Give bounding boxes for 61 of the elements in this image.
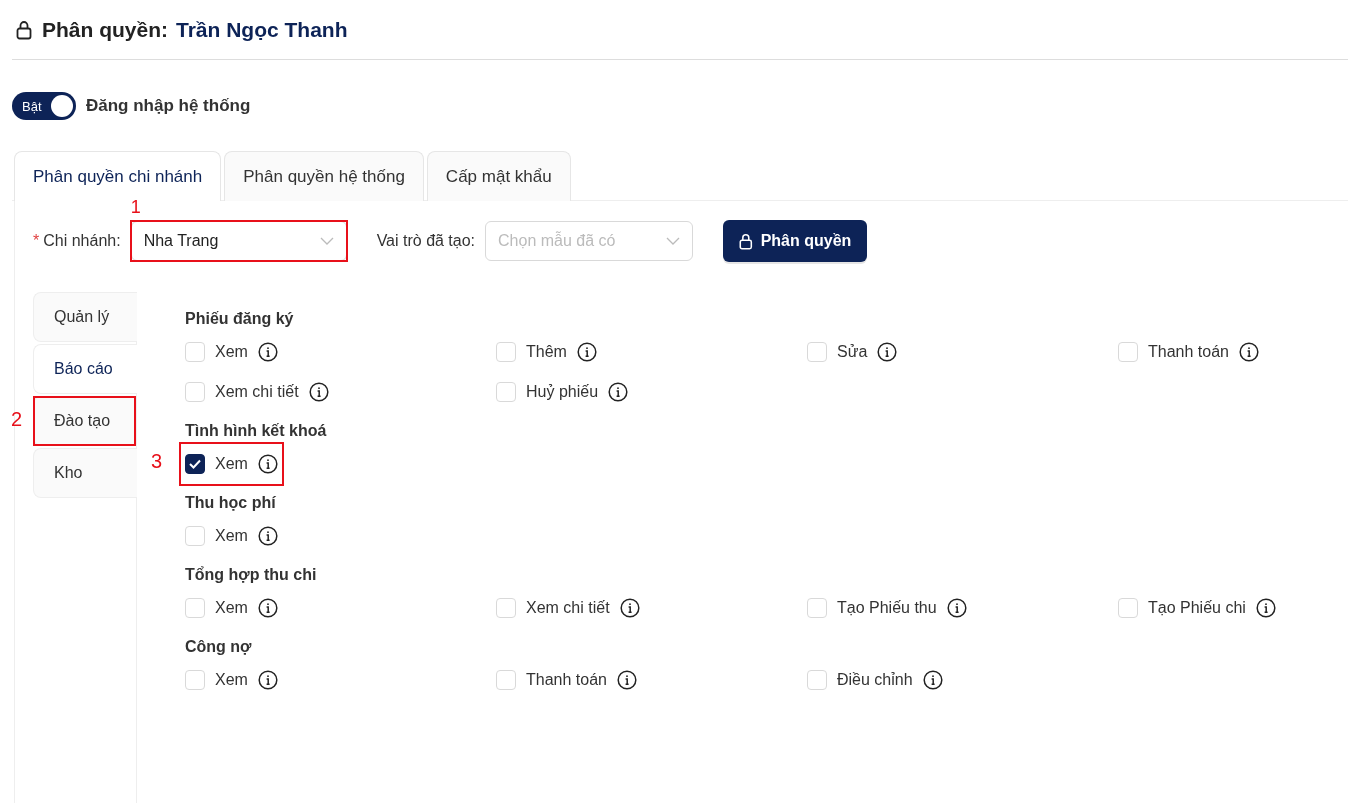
tab[interactable]: Phân quyền chi nhánh bbox=[14, 151, 222, 201]
lock-icon bbox=[739, 232, 753, 250]
info-icon[interactable] bbox=[257, 598, 278, 618]
toggle-label: Đăng nhập hệ thống bbox=[86, 96, 251, 116]
permission-label: Thanh toán bbox=[1148, 343, 1229, 361]
info-icon[interactable] bbox=[608, 382, 629, 402]
tab[interactable]: Cấp mật khẩu bbox=[426, 151, 571, 201]
tab[interactable]: Phân quyền hệ thống bbox=[224, 151, 424, 201]
lock-icon bbox=[16, 19, 32, 40]
group-title: Tổng hợp thu chi bbox=[185, 566, 318, 585]
permission-label: Xem bbox=[215, 455, 248, 473]
chevron-down-icon bbox=[666, 237, 681, 245]
field-label: Vai trò đã tạo: bbox=[376, 232, 476, 250]
info-icon[interactable] bbox=[922, 670, 943, 690]
annotation-number: 3 bbox=[151, 450, 163, 473]
group-title: Phiếu đăng ký bbox=[185, 310, 295, 329]
side-tab[interactable]: Báo cáo bbox=[33, 344, 137, 394]
info-icon[interactable] bbox=[946, 598, 967, 618]
annotation-number: 2 bbox=[11, 408, 23, 431]
side-tab[interactable]: Kho bbox=[33, 448, 137, 498]
permission-label: Sửa bbox=[837, 343, 868, 361]
info-icon[interactable] bbox=[619, 598, 640, 618]
toggle-text: Bật bbox=[22, 98, 42, 114]
page-title: Phân quyền: bbox=[42, 17, 168, 42]
annotation-number: 1 bbox=[130, 198, 141, 216]
info-icon[interactable] bbox=[308, 382, 329, 402]
group-title: Thu học phí bbox=[185, 494, 277, 513]
info-icon[interactable] bbox=[257, 526, 278, 546]
permission-label: Điều chỉnh bbox=[837, 671, 913, 689]
info-icon[interactable] bbox=[257, 342, 278, 362]
permission-label: Tạo Phiếu thu bbox=[837, 599, 937, 617]
login-toggle[interactable]: Bật bbox=[12, 92, 76, 120]
branch-label: Chi nhánh: bbox=[43, 232, 121, 249]
checkbox[interactable] bbox=[185, 454, 205, 474]
permission-label: Xem bbox=[215, 599, 248, 617]
chevron-down-icon bbox=[319, 237, 334, 245]
user-name: Trần Ngọc Thanh bbox=[176, 17, 348, 42]
side-tab[interactable]: Đào tạo bbox=[33, 396, 136, 446]
permission-label: Thanh toán bbox=[526, 671, 607, 689]
info-icon[interactable] bbox=[257, 670, 278, 690]
permission-label: Xem bbox=[215, 343, 248, 361]
permission-label: Xem bbox=[215, 671, 248, 689]
permission-label: Xem chi tiết bbox=[215, 383, 299, 401]
info-icon[interactable] bbox=[877, 342, 898, 362]
permission-button[interactable]: Phân quyền bbox=[723, 220, 868, 262]
info-icon[interactable] bbox=[257, 454, 278, 474]
info-icon[interactable] bbox=[1255, 598, 1276, 618]
check-icon bbox=[189, 459, 201, 469]
permission-label: Xem chi tiết bbox=[526, 599, 610, 617]
group-title: Tình hình kết khoá bbox=[185, 422, 328, 441]
permission-label: Xem bbox=[215, 527, 248, 545]
permission-label: Huỷ phiếu bbox=[526, 383, 599, 401]
info-icon[interactable] bbox=[1238, 342, 1259, 362]
required-mark: * bbox=[33, 232, 40, 249]
toggle-knob bbox=[51, 95, 73, 117]
info-icon[interactable] bbox=[576, 342, 597, 362]
side-tab[interactable]: Quản lý bbox=[33, 292, 137, 342]
permission-label: Tạo Phiếu chi bbox=[1148, 599, 1246, 617]
group-title: Công nợ bbox=[185, 638, 253, 657]
permission-label: Thêm bbox=[526, 343, 567, 361]
info-icon[interactable] bbox=[616, 670, 637, 690]
